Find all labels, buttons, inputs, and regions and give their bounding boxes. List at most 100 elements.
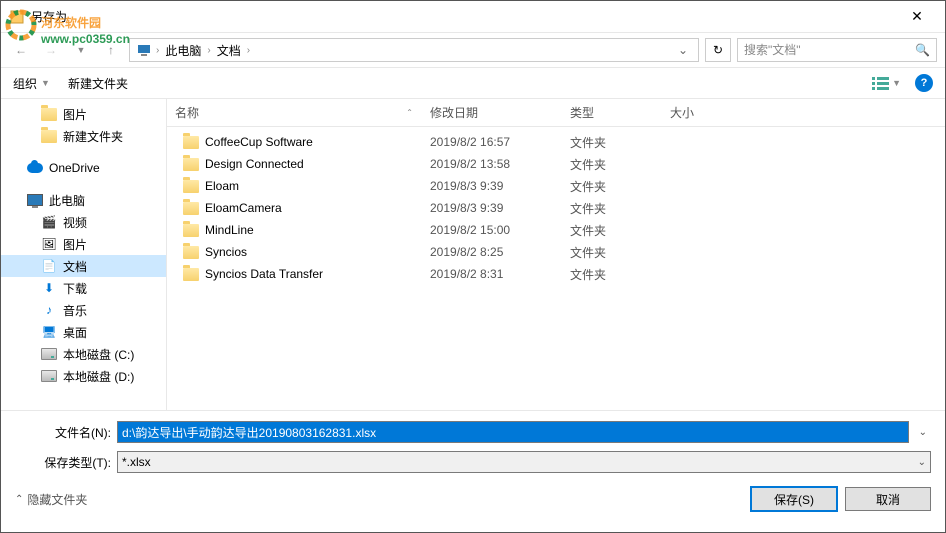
file-date: 2019/8/2 15:00 [422,223,562,237]
close-button[interactable]: ✕ [897,1,937,33]
file-date: 2019/8/2 16:57 [422,135,562,149]
cancel-button[interactable]: 取消 [845,487,931,511]
pc-icon [136,42,152,58]
file-row[interactable]: Design Connected 2019/8/2 13:58文件夹 [167,153,945,175]
col-name[interactable]: 名称⌃ [167,99,422,126]
sidebar-pictures2[interactable]: 🖼图片 [1,233,166,255]
sidebar-diskd[interactable]: 本地磁盘 (D:) [1,365,166,387]
view-mode-button[interactable]: ▼ [872,76,901,90]
sidebar-diskc[interactable]: 本地磁盘 (C:) [1,343,166,365]
sidebar-newfolder[interactable]: 新建文件夹 [1,125,166,147]
chevron-icon: › [156,45,159,56]
breadcrumb[interactable]: › 此电脑 › 文档 › ⌄ [129,38,699,62]
file-name: CoffeeCup Software [205,135,313,149]
toolbar: 组织 ▼ 新建文件夹 ▼ ? [1,67,945,99]
file-type: 文件夹 [562,134,662,151]
sidebar-onedrive[interactable]: OneDrive [1,157,166,179]
sidebar-downloads[interactable]: ⬇下载 [1,277,166,299]
title-bar: 另存为 ✕ [1,1,945,33]
bottom-panel: 文件名(N): ⌄ 保存类型(T): *.xlsx ⌄ ⌃ 隐藏文件夹 保存(S… [1,410,945,521]
forward-button[interactable]: → [39,38,63,62]
search-icon: 🔍 [915,43,930,57]
search-input[interactable] [744,43,911,57]
organize-menu[interactable]: 组织 ▼ [13,75,50,92]
folder-icon [183,268,199,281]
col-date[interactable]: 修改日期 [422,99,562,126]
filetype-label: 保存类型(T): [15,454,111,471]
list-body: CoffeeCup Software2019/8/2 16:57文件夹Desig… [167,127,945,410]
drive-icon [41,370,57,382]
sidebar-thispc[interactable]: 此电脑 [1,189,166,211]
sidebar-music[interactable]: ♪音乐 [1,299,166,321]
crumb-dropdown[interactable]: ⌄ [674,43,692,57]
filename-input[interactable] [122,425,904,439]
folder-icon [183,224,199,237]
file-date: 2019/8/2 8:25 [422,245,562,259]
window-title: 另存为 [31,8,67,25]
chevron-icon: › [247,45,250,56]
new-folder-button[interactable]: 新建文件夹 [68,75,128,92]
save-button[interactable]: 保存(S) [751,487,837,511]
file-row[interactable]: CoffeeCup Software 2019/8/2 16:57文件夹 [167,131,945,153]
sidebar: 图片 新建文件夹 OneDrive 此电脑 🎬视频 🖼图片 📄文档 ⬇下载 ♪音… [1,99,167,410]
hide-folders-button[interactable]: ⌃ 隐藏文件夹 [15,491,87,508]
file-type: 文件夹 [562,222,662,239]
file-type: 文件夹 [562,178,662,195]
file-row[interactable]: EloamCamera 2019/8/3 9:39文件夹 [167,197,945,219]
file-type: 文件夹 [562,200,662,217]
column-headers: 名称⌃ 修改日期 类型 大小 [167,99,945,127]
view-icon [872,76,890,90]
file-date: 2019/8/3 9:39 [422,201,562,215]
file-name: MindLine [205,223,254,237]
file-type: 文件夹 [562,266,662,283]
file-date: 2019/8/2 13:58 [422,157,562,171]
file-name: Design Connected [205,157,304,171]
sidebar-videos[interactable]: 🎬视频 [1,211,166,233]
file-row[interactable]: MindLine 2019/8/2 15:00文件夹 [167,219,945,241]
search-box[interactable]: 🔍 [737,38,937,62]
folder-icon [183,158,199,171]
col-type[interactable]: 类型 [562,99,662,126]
crumb-thispc[interactable]: 此电脑 [163,42,203,59]
up-button[interactable]: ↑ [99,38,123,62]
file-name: Syncios [205,245,247,259]
main-area: 图片 新建文件夹 OneDrive 此电脑 🎬视频 🖼图片 📄文档 ⬇下载 ♪音… [1,99,945,410]
file-type: 文件夹 [562,244,662,261]
help-button[interactable]: ? [915,74,933,92]
file-type: 文件夹 [562,156,662,173]
sidebar-documents[interactable]: 📄文档 [1,255,166,277]
recent-dropdown[interactable]: ▼ [69,38,93,62]
app-icon [9,9,25,25]
cloud-icon [27,163,43,173]
filetype-combo[interactable]: *.xlsx ⌄ [117,451,931,473]
filename-label: 文件名(N): [15,424,111,441]
chevron-icon: › [207,45,210,56]
folder-icon [183,180,199,193]
file-name: Syncios Data Transfer [205,267,323,281]
folder-icon [183,246,199,259]
sidebar-pictures[interactable]: 图片 [1,103,166,125]
drive-icon [41,348,57,360]
monitor-icon [27,194,43,206]
file-row[interactable]: Syncios Data Transfer 2019/8/2 8:31文件夹 [167,263,945,285]
folder-icon [183,136,199,149]
back-button[interactable]: ← [9,38,33,62]
nav-row: ← → ▼ ↑ › 此电脑 › 文档 › ⌄ ↻ 🔍 [1,33,945,67]
file-date: 2019/8/2 8:31 [422,267,562,281]
col-size[interactable]: 大小 [662,99,742,126]
file-row[interactable]: Syncios 2019/8/2 8:25文件夹 [167,241,945,263]
filename-field[interactable] [117,421,909,443]
sort-icon: ⌃ [406,108,413,117]
filename-dropdown[interactable]: ⌄ [915,427,931,438]
file-name: Eloam [205,179,239,193]
folder-icon [183,202,199,215]
chevron-down-icon: ⌄ [918,457,926,468]
file-row[interactable]: Eloam 2019/8/3 9:39文件夹 [167,175,945,197]
sidebar-desktop[interactable]: 🖥桌面 [1,321,166,343]
crumb-documents[interactable]: 文档 [215,42,243,59]
file-list: 名称⌃ 修改日期 类型 大小 CoffeeCup Software 2019/8/… [167,99,945,410]
file-date: 2019/8/3 9:39 [422,179,562,193]
file-name: EloamCamera [205,201,282,215]
refresh-button[interactable]: ↻ [705,38,731,62]
filetype-value: *.xlsx [122,455,151,469]
